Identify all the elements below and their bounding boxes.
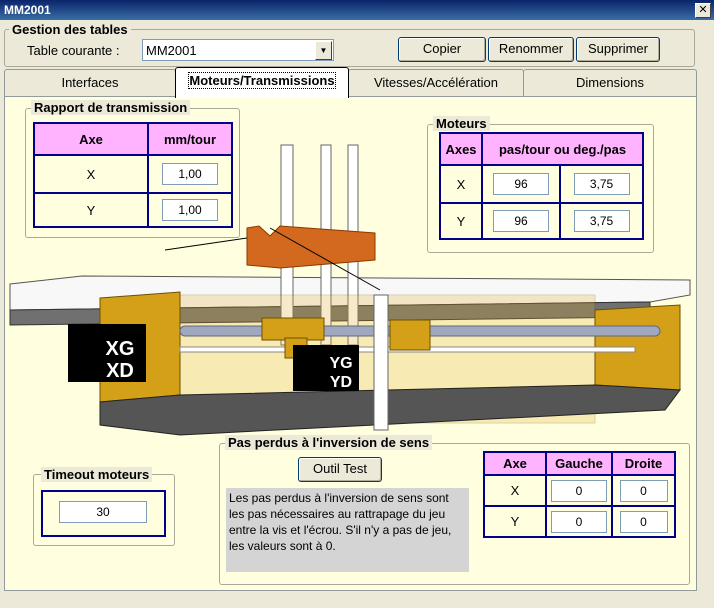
timeout-input[interactable]: 30	[59, 501, 147, 523]
current-table-select[interactable]: MM2001 ▼	[142, 39, 334, 61]
current-table-label: Table courante :	[27, 43, 120, 58]
transmission-label: Rapport de transmission	[31, 100, 191, 115]
pas-perdus-header-axe: Axe	[483, 451, 547, 476]
moteurs-x-deg-input[interactable]: 3,75	[573, 173, 630, 195]
moteurs-axe-x: X	[439, 164, 483, 204]
pas-perdus-y-droite-input[interactable]: 0	[619, 510, 668, 533]
window-title: MM2001	[4, 3, 51, 17]
tab-dimensions[interactable]: Dimensions	[523, 69, 697, 96]
delete-button[interactable]: Supprimer	[576, 37, 660, 62]
title-bar: MM2001 ✕	[0, 0, 714, 20]
transmission-y-input[interactable]: 1,00	[162, 199, 218, 221]
motor-xd-label: XD	[106, 360, 134, 382]
tab-interfaces[interactable]: Interfaces	[4, 69, 176, 96]
transmission-x-input[interactable]: 1,00	[162, 163, 218, 185]
pas-perdus-table: Axe Gauche Droite X 0 0 Y 0 0	[483, 451, 676, 538]
moteurs-y-deg-input[interactable]: 3,75	[573, 210, 630, 232]
moteurs-table: Axes pas/tour ou deg./pas X 96 3,75 Y 96…	[439, 132, 644, 240]
transmission-header-axe: Axe	[33, 122, 149, 156]
rename-button[interactable]: Renommer	[488, 37, 574, 62]
pas-perdus-x-droite-input[interactable]: 0	[619, 479, 668, 502]
transmission-axe-y: Y	[33, 192, 149, 228]
timeout-box: 30	[41, 490, 166, 537]
transmission-header-mm: mm/tour	[147, 122, 233, 156]
moteurs-header-pas: pas/tour ou deg./pas	[481, 132, 644, 166]
moteurs-header-axes: Axes	[439, 132, 483, 166]
tab-moteurs-transmissions[interactable]: Moteurs/Transmissions	[175, 67, 349, 98]
motor-yd-label: YD	[330, 374, 352, 391]
pas-perdus-label: Pas perdus à l'inversion de sens	[225, 435, 433, 450]
copy-button[interactable]: Copier	[398, 37, 486, 62]
pas-perdus-y-gauche-input[interactable]: 0	[551, 510, 607, 533]
pas-perdus-x-gauche-input[interactable]: 0	[551, 479, 607, 502]
pas-perdus-note: Les pas perdus à l'inversion de sens son…	[226, 488, 469, 572]
transmission-table: Axe mm/tour X 1,00 Y 1,00	[33, 122, 233, 228]
tool-head	[246, 225, 376, 269]
table-management-label: Gestion des tables	[9, 22, 131, 37]
moteurs-label: Moteurs	[433, 116, 490, 131]
motor-yg-label: YG	[329, 355, 352, 372]
transmission-axe-x: X	[33, 154, 149, 194]
moteurs-axe-y: Y	[439, 202, 483, 240]
motor-xg-label: XG	[106, 338, 135, 360]
z-post	[373, 294, 389, 431]
tab-vitesses-acceleration[interactable]: Vitesses/Accélération	[348, 69, 524, 96]
moteurs-y-pas-input[interactable]: 96	[493, 210, 549, 232]
pas-perdus-header-gauche: Gauche	[545, 451, 613, 476]
pas-perdus-header-droite: Droite	[611, 451, 676, 476]
chevron-down-icon[interactable]: ▼	[315, 41, 332, 60]
pas-perdus-axe-y: Y	[483, 505, 547, 538]
current-table-value: MM2001	[146, 43, 197, 58]
pas-perdus-axe-x: X	[483, 474, 547, 507]
timeout-label: Timeout moteurs	[41, 467, 153, 482]
moteurs-x-pas-input[interactable]: 96	[493, 173, 549, 195]
close-icon[interactable]: ✕	[695, 3, 711, 18]
test-tool-button[interactable]: Outil Test	[298, 457, 382, 482]
